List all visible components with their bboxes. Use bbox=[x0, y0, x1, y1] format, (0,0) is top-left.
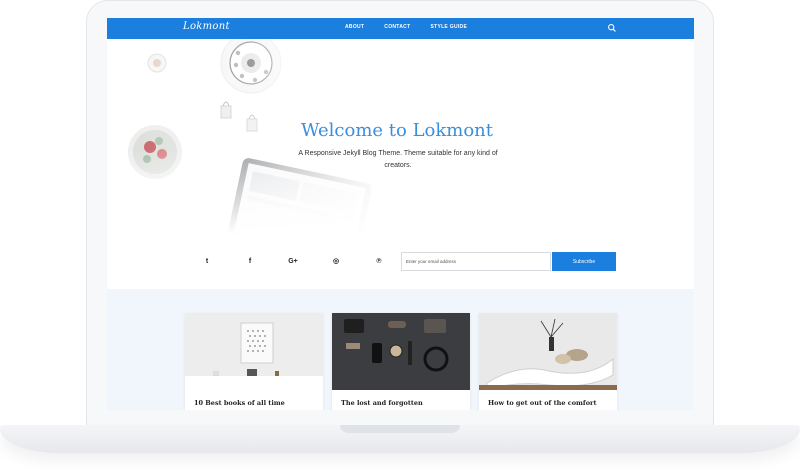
pinterest-icon[interactable]: ℗ bbox=[373, 255, 385, 267]
twitter-icon[interactable]: t bbox=[201, 255, 213, 267]
post-image bbox=[185, 313, 323, 390]
nav-link-style-guide[interactable]: STYLE GUIDE bbox=[430, 24, 467, 30]
top-navbar: Lokmont ABOUT CONTACT STYLE GUIDE bbox=[107, 18, 694, 39]
facebook-icon[interactable]: f bbox=[244, 255, 256, 267]
site-logo[interactable]: Lokmont bbox=[183, 21, 230, 32]
social-subscribe-row: t f G+ ◎ ℗ Subscribe bbox=[107, 234, 694, 289]
hero-subtitle: A Responsive Jekyll Blog Theme. Theme su… bbox=[298, 150, 498, 169]
google-plus-icon[interactable]: G+ bbox=[287, 255, 299, 267]
post-image bbox=[332, 313, 470, 390]
browser-screen: Lokmont ABOUT CONTACT STYLE GUIDE Welcom… bbox=[107, 18, 694, 410]
nav-link-contact[interactable]: CONTACT bbox=[384, 24, 410, 30]
nav-link-about[interactable]: ABOUT bbox=[345, 24, 364, 30]
hero-section: Welcome to Lokmont A Responsive Jekyll B… bbox=[107, 39, 694, 234]
nav-links: ABOUT CONTACT STYLE GUIDE bbox=[345, 24, 487, 30]
posts-section: 10 Best books of all time The lost and f… bbox=[107, 289, 694, 410]
post-card[interactable]: The lost and forgotten bbox=[332, 313, 470, 410]
post-title[interactable]: 10 Best books of all time bbox=[194, 399, 285, 407]
laptop-notch bbox=[340, 425, 460, 433]
post-card[interactable]: 10 Best books of all time bbox=[185, 313, 323, 410]
search-icon[interactable] bbox=[607, 23, 617, 33]
post-card[interactable]: How to get out of the comfort bbox=[479, 313, 617, 410]
instagram-icon[interactable]: ◎ bbox=[330, 255, 342, 267]
email-input[interactable] bbox=[401, 252, 551, 271]
post-title[interactable]: How to get out of the comfort bbox=[488, 399, 596, 407]
post-image bbox=[479, 313, 617, 390]
hero-title: Welcome to Lokmont bbox=[300, 120, 494, 141]
subscribe-button[interactable]: Subscribe bbox=[552, 252, 616, 271]
post-title[interactable]: The lost and forgotten bbox=[341, 399, 423, 407]
